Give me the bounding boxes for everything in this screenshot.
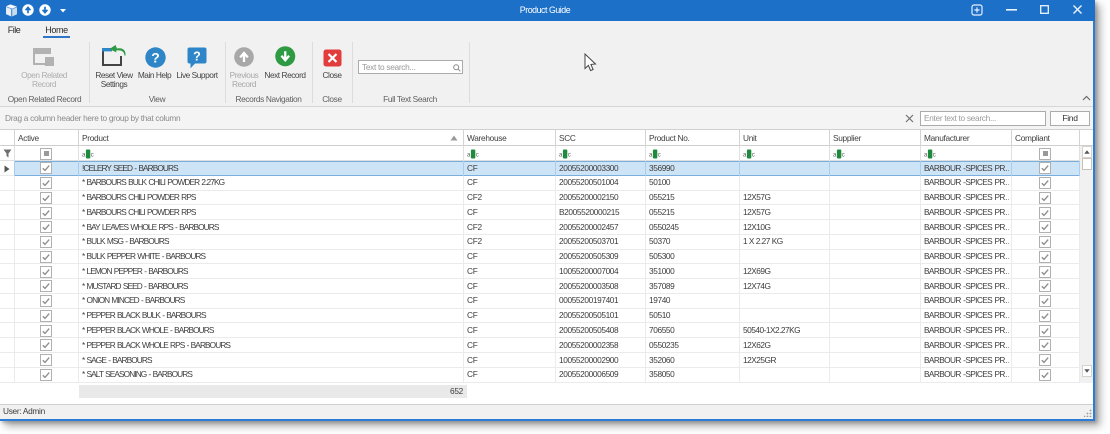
svg-text:a: a	[833, 153, 837, 159]
svg-text:?: ?	[151, 49, 160, 65]
svg-text:a: a	[743, 153, 747, 159]
svg-text:c: c	[752, 153, 755, 159]
svg-text:a: a	[924, 153, 928, 159]
svg-text:a: a	[467, 153, 471, 159]
svg-text:?: ?	[193, 50, 201, 64]
svg-text:c: c	[933, 153, 936, 159]
svg-text:c: c	[476, 153, 479, 159]
svg-text:a: a	[82, 153, 86, 159]
svg-text:c: c	[842, 153, 845, 159]
svg-text:c: c	[568, 153, 571, 159]
svg-text:a: a	[559, 153, 563, 159]
svg-text:c: c	[91, 153, 94, 159]
svg-text:c: c	[658, 153, 661, 159]
svg-text:a: a	[649, 153, 653, 159]
